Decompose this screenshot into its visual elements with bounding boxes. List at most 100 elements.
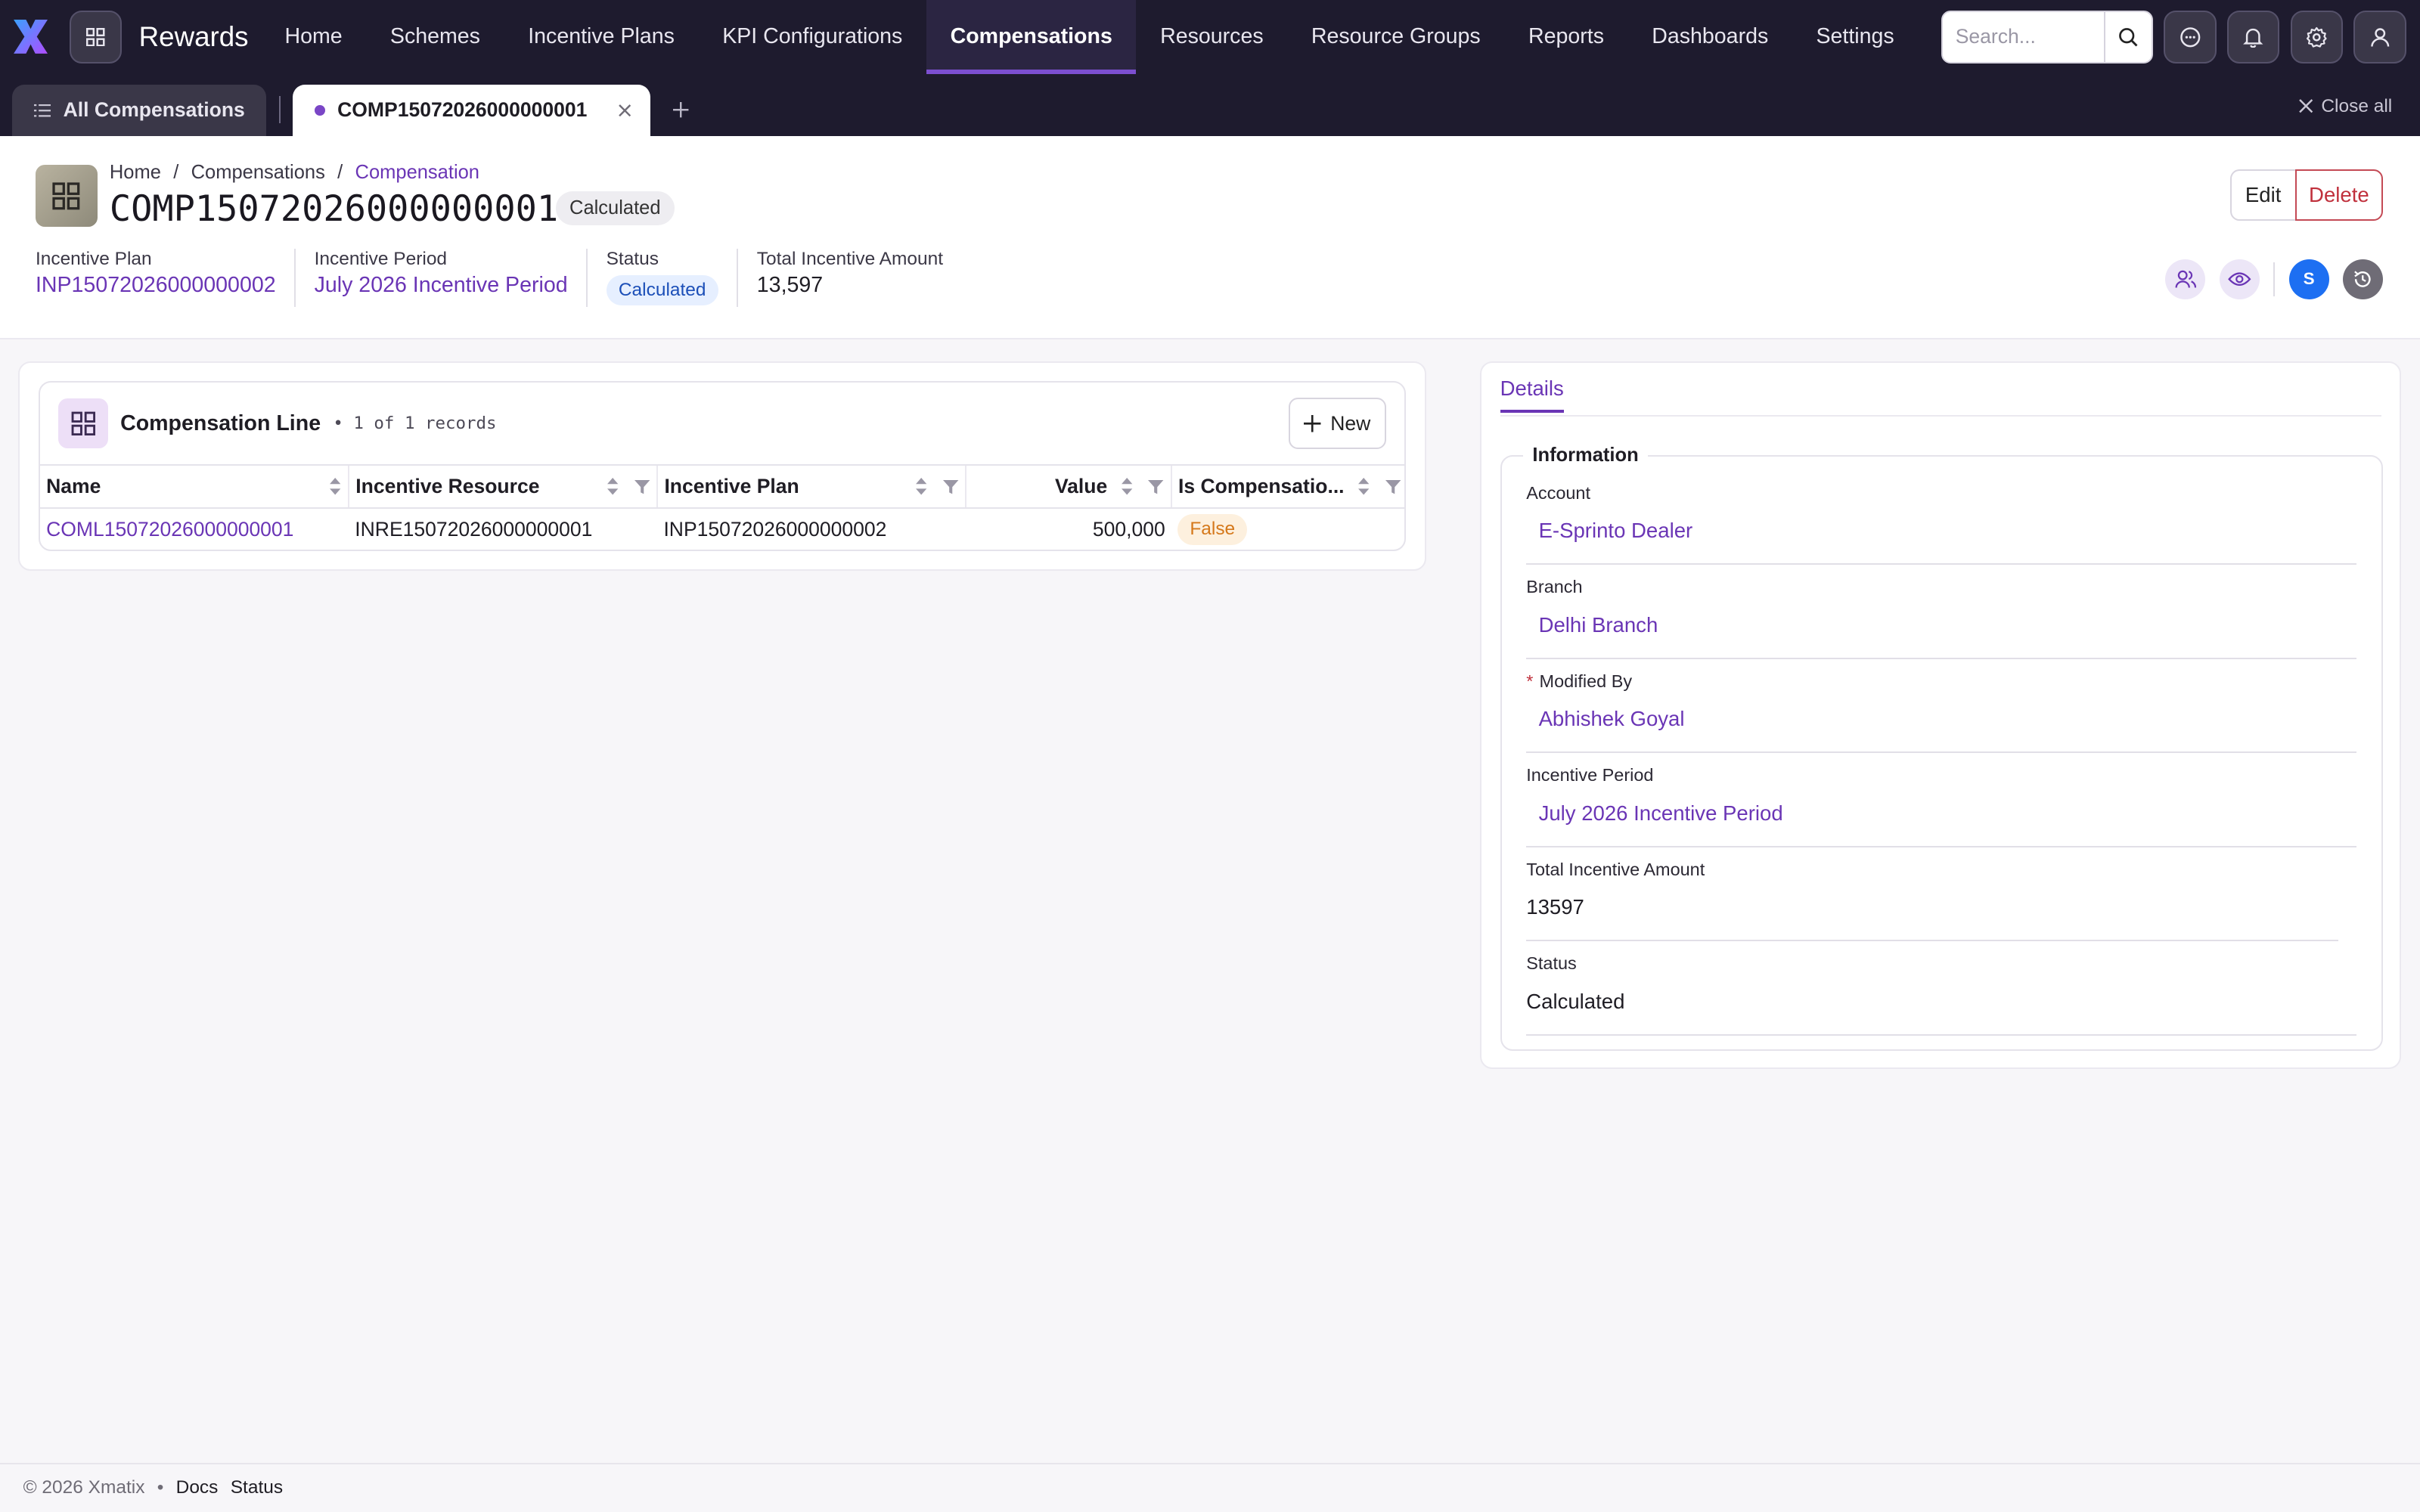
- related-lists-panel: Compensation Line • 1 of 1 records New N…: [18, 361, 1426, 572]
- tab-close-button[interactable]: [618, 104, 631, 117]
- incentive-period-link[interactable]: July 2026 Incentive Period: [315, 273, 568, 298]
- column-label: Is Compensatio...: [1178, 475, 1345, 498]
- new-compensation-line-button[interactable]: New: [1289, 398, 1386, 449]
- nav-resources[interactable]: Resources: [1136, 0, 1287, 74]
- nav-dashboards[interactable]: Dashboards: [1628, 0, 1792, 74]
- app-launcher-button[interactable]: [69, 11, 123, 64]
- field-account: Account E-Sprinto Dealer: [1526, 483, 2357, 565]
- column-header-value[interactable]: Value: [965, 464, 1171, 510]
- nav-actions: [1941, 11, 2406, 64]
- global-search: [1941, 11, 2153, 64]
- breadcrumb-compensations[interactable]: Compensations: [191, 162, 325, 184]
- profile-button[interactable]: [2353, 11, 2406, 64]
- field-label-text: Modified By: [1539, 671, 1633, 691]
- tab-divider: [278, 95, 281, 124]
- record-count: • 1 of 1 records: [333, 414, 497, 434]
- summary-total-amount: Total Incentive Amount 13,597: [737, 248, 961, 308]
- record-summary: Incentive Plan INP15072026000000002 Ince…: [36, 248, 962, 308]
- required-marker: *: [1526, 671, 1534, 691]
- list-icon: [33, 104, 51, 117]
- breadcrumb-separator: /: [337, 162, 343, 184]
- filter-icon[interactable]: [1385, 479, 1401, 494]
- column-header-incentive-resource[interactable]: Incentive Resource: [348, 464, 658, 510]
- breadcrumb-home[interactable]: Home: [110, 162, 161, 184]
- column-label: Name: [46, 475, 101, 498]
- footer-link-status[interactable]: Status: [231, 1477, 283, 1498]
- footer-link-docs[interactable]: Docs: [176, 1477, 219, 1498]
- footer-separator: •: [157, 1477, 164, 1498]
- nav-schemes[interactable]: Schemes: [366, 0, 504, 74]
- field-label: Branch: [1526, 577, 1583, 597]
- close-all-label: Close all: [2321, 95, 2393, 116]
- field-status: Status Calculated: [1526, 953, 2357, 1036]
- section-title: Information: [1523, 444, 1648, 466]
- close-all-tabs-button[interactable]: Close all: [2298, 96, 2392, 117]
- record-tabstrip: All Compensations COMP15072026000000001 …: [0, 73, 2420, 136]
- breadcrumb-current: Compensation: [355, 162, 479, 184]
- compensation-line-link[interactable]: COML15072026000000001: [46, 518, 293, 541]
- copyright-text: © 2026 Xmatix: [23, 1477, 145, 1498]
- avatar[interactable]: S: [2288, 259, 2329, 299]
- nav-resource-groups[interactable]: Resource Groups: [1287, 0, 1504, 74]
- status-value: Calculated: [1526, 990, 2357, 1036]
- assign-button[interactable]: [2165, 259, 2206, 299]
- column-header-incentive-plan[interactable]: Incentive Plan: [656, 464, 966, 510]
- compensation-line-title: Compensation Line: [120, 411, 321, 435]
- delete-button[interactable]: Delete: [2294, 169, 2383, 221]
- tab-record-label: COMP15072026000000001: [337, 98, 588, 122]
- close-icon: [619, 104, 631, 116]
- nav-reports[interactable]: Reports: [1504, 0, 1627, 74]
- field-modified-by: * Modified By Abhishek Goyal: [1526, 671, 2357, 754]
- tab-record[interactable]: COMP15072026000000001: [293, 85, 651, 136]
- sort-icon[interactable]: [1357, 476, 1370, 497]
- breadcrumb-separator: /: [173, 162, 179, 184]
- nav-kpi-configurations[interactable]: KPI Configurations: [699, 0, 926, 74]
- sort-icon[interactable]: [606, 476, 619, 497]
- nav-incentive-plans[interactable]: Incentive Plans: [504, 0, 699, 74]
- compensation-line-header: Compensation Line • 1 of 1 records New: [40, 383, 1404, 464]
- total-amount-value: 13,597: [756, 272, 824, 297]
- table-header-row: Name Incentive Resource Incentive Plan V…: [39, 464, 1405, 510]
- nav-settings[interactable]: Settings: [1792, 0, 1918, 74]
- modified-by-link[interactable]: Abhishek Goyal: [1526, 707, 2357, 754]
- history-icon: [2354, 271, 2371, 287]
- history-button[interactable]: [2342, 259, 2383, 299]
- incentive-period-link[interactable]: July 2026 Incentive Period: [1526, 801, 2357, 847]
- account-link[interactable]: E-Sprinto Dealer: [1526, 519, 2357, 565]
- search-button[interactable]: [2103, 12, 2152, 62]
- boolean-badge: False: [1177, 514, 1248, 546]
- branch-link[interactable]: Delhi Branch: [1526, 613, 2357, 659]
- incentive-plan-link[interactable]: INP15072026000000002: [36, 273, 276, 298]
- table-row[interactable]: COML15072026000000001 INRE15072026000000…: [39, 508, 1405, 550]
- user-icon: [2370, 27, 2389, 47]
- filter-icon[interactable]: [1147, 479, 1164, 494]
- page-title: COMP15072026000000001: [109, 187, 559, 230]
- sort-icon[interactable]: [1120, 476, 1134, 497]
- xmatix-logo-icon[interactable]: [11, 17, 51, 57]
- summary-incentive-period: Incentive Period July 2026 Incentive Per…: [294, 248, 586, 308]
- sort-icon[interactable]: [328, 476, 342, 497]
- settings-button[interactable]: [2290, 11, 2343, 64]
- filter-icon[interactable]: [942, 479, 959, 494]
- nav-compensations[interactable]: Compensations: [926, 0, 1137, 74]
- field-label: Incentive Period: [1526, 765, 1654, 785]
- summary-incentive-plan: Incentive Plan INP15072026000000002: [36, 249, 294, 308]
- column-header-is-compensation[interactable]: Is Compensatio...: [1170, 464, 1405, 510]
- filter-icon[interactable]: [634, 479, 650, 494]
- tab-details[interactable]: Details: [1500, 376, 1564, 414]
- notifications-button[interactable]: [2226, 11, 2280, 64]
- nav-home[interactable]: Home: [261, 0, 366, 74]
- column-header-name[interactable]: Name: [39, 464, 349, 510]
- chat-button[interactable]: [2164, 11, 2217, 64]
- watch-button[interactable]: [2219, 259, 2260, 299]
- add-tab-button[interactable]: [672, 93, 689, 125]
- plus-icon: [672, 101, 689, 118]
- search-input[interactable]: [1943, 12, 2104, 62]
- edit-button[interactable]: Edit: [2229, 169, 2295, 221]
- record-header: Home / Compensations / Compensation COMP…: [0, 135, 2420, 339]
- tab-all-compensations[interactable]: All Compensations: [12, 85, 267, 136]
- sort-icon[interactable]: [914, 476, 928, 497]
- field-total-incentive-amount: Total Incentive Amount 13597: [1526, 860, 2356, 942]
- total-incentive-amount-value: 13597: [1526, 895, 2338, 942]
- toolbar-divider: [2273, 262, 2276, 296]
